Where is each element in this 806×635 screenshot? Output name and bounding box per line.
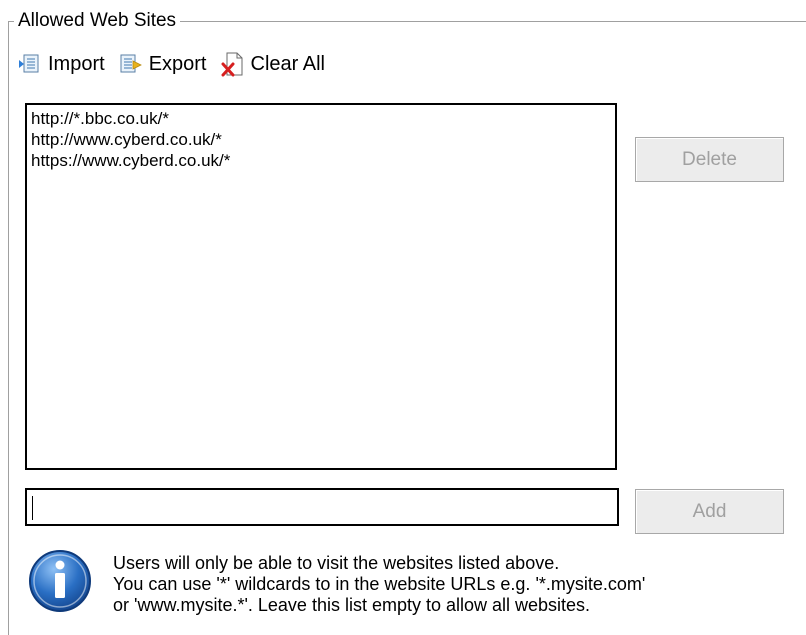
allowed-sites-list[interactable]: http://*.bbc.co.uk/* http://www.cyberd.c… — [25, 103, 617, 470]
info-line: or 'www.mysite.*'. Leave this list empty… — [113, 595, 591, 615]
import-icon — [19, 54, 39, 73]
allowed-web-sites-panel: Allowed Web Sites Import Export Clear Al… — [0, 0, 806, 635]
clear-all-button[interactable]: Clear All — [221, 49, 325, 79]
list-item[interactable]: https://www.cyberd.co.uk/* — [31, 150, 611, 171]
export-icon — [120, 54, 142, 73]
info-line: You can use '*' wildcards to in the webs… — [113, 574, 646, 594]
group-box-left-border — [8, 21, 9, 635]
clear-all-icon — [221, 52, 242, 77]
import-label: Import — [48, 52, 105, 75]
group-box-title: Allowed Web Sites — [14, 10, 181, 32]
list-item[interactable]: http://www.cyberd.co.uk/* — [31, 129, 611, 150]
info-icon — [29, 550, 91, 612]
info-line: Users will only be able to visit the web… — [113, 553, 560, 573]
text-caret — [32, 496, 33, 520]
export-label: Export — [148, 52, 207, 75]
delete-button[interactable]: Delete — [635, 137, 784, 182]
info-message: Users will only be able to visit the web… — [113, 553, 645, 616]
list-item[interactable]: http://*.bbc.co.uk/* — [31, 108, 611, 129]
clear-all-label: Clear All — [250, 52, 325, 75]
toolbar: Import Export Clear All — [18, 49, 339, 79]
add-button[interactable]: Add — [635, 489, 784, 534]
import-button[interactable]: Import — [18, 49, 105, 79]
website-url-input[interactable] — [25, 488, 619, 526]
export-button[interactable]: Export — [119, 49, 207, 79]
